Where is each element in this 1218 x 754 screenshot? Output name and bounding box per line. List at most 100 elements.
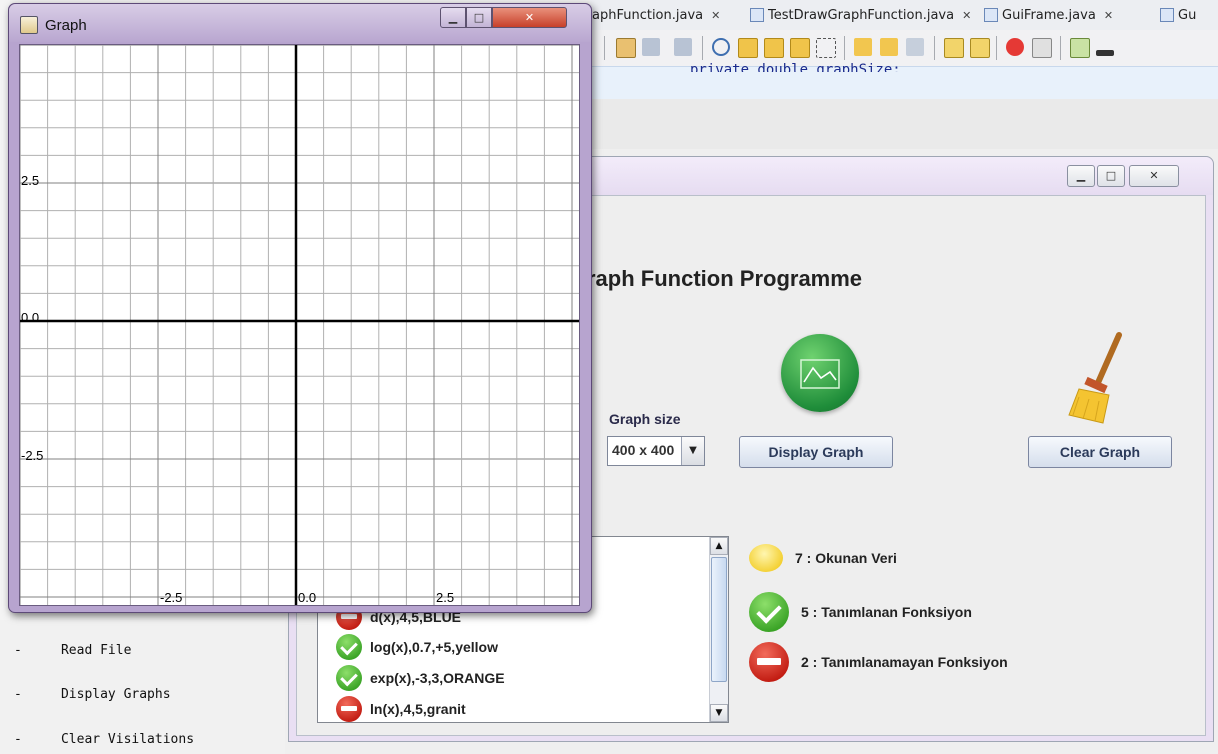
java-file-icon — [1160, 8, 1174, 22]
checkmark-icon — [336, 665, 362, 691]
close-button[interactable]: ✕ — [492, 7, 567, 28]
tab-label: TestDrawGraphFunction.java — [768, 7, 955, 23]
find-previous-icon[interactable] — [738, 38, 758, 58]
close-tab-icon[interactable]: ✕ — [1104, 9, 1113, 22]
find-next-icon[interactable] — [764, 38, 784, 58]
graph-size-select[interactable]: 400 x 400 ▼ — [607, 436, 705, 466]
toolbar-separator — [702, 36, 703, 60]
graph-canvas[interactable]: 2.5 0.0 -2.5 -2.5 0.0 2.5 — [19, 44, 580, 606]
find-icon[interactable] — [712, 38, 730, 56]
tab-gui-frame[interactable]: GuiFrame.java ✕ — [984, 4, 1113, 26]
previous-bookmark-icon[interactable] — [854, 38, 872, 56]
bullet: - — [14, 643, 22, 658]
toolbar-separator — [844, 36, 845, 60]
minimize-button[interactable]: ▁ — [1067, 165, 1095, 187]
program-title: raph Function Programme — [587, 266, 863, 291]
checkmark-icon — [336, 634, 362, 660]
last-edit-icon[interactable] — [642, 38, 660, 56]
graph-window-title: Graph — [45, 17, 87, 34]
maximize-button[interactable]: □ — [1097, 165, 1125, 187]
graph-plot: 2.5 0.0 -2.5 -2.5 0.0 2.5 — [20, 45, 579, 605]
scrollbar-thumb[interactable] — [711, 557, 727, 682]
graph-title-bar[interactable]: Graph ▁ □ ✕ — [9, 4, 591, 42]
toolbar-separator — [604, 36, 605, 60]
toggle-bookmark-icon[interactable] — [906, 38, 924, 56]
next-bookmark-icon[interactable] — [880, 38, 898, 56]
maximize-button[interactable]: □ — [466, 7, 492, 28]
window-controls: ▁ □ ✕ — [440, 7, 567, 28]
list-item[interactable]: ln(x),4,5,granit — [336, 695, 466, 722]
undefined-function-label: 2 : Tanımlanamayan Fonksiyon — [801, 654, 1008, 670]
defined-function-label: 5 : Tanımlanan Fonksiyon — [801, 604, 972, 620]
outline-item-label: Display Graphs — [60, 687, 171, 702]
forward-icon[interactable] — [674, 38, 692, 56]
editor-current-line — [590, 66, 1218, 100]
list-scrollbar[interactable]: ▲ ▼ — [709, 537, 728, 722]
code-line[interactable]: private double graphSize; — [690, 62, 901, 72]
graph-size-label: Graph size — [609, 411, 681, 427]
close-icon: ✕ — [1149, 169, 1159, 182]
shift-right-icon[interactable] — [970, 38, 990, 58]
outline-item-read-file[interactable]: - Read File — [14, 643, 131, 658]
outline-list: - Read File - Display Graphs - Clear Vis… — [0, 620, 285, 754]
close-tab-icon[interactable]: ✕ — [711, 9, 720, 22]
graph-chart-icon — [781, 334, 859, 412]
select-icon[interactable] — [816, 38, 836, 58]
editor-gutter-area — [590, 99, 1218, 149]
shift-left-icon[interactable] — [944, 38, 964, 58]
tab-draw-graph-function[interactable]: aphFunction.java ✕ — [592, 4, 720, 26]
outline-item-display-graphs[interactable]: - Display Graphs — [14, 687, 171, 702]
y-tick-label-negative: -2.5 — [21, 448, 43, 463]
outline-item-clear-visilations[interactable]: - Clear Visilations — [14, 732, 194, 747]
scroll-up-icon[interactable]: ▲ — [710, 537, 728, 555]
x-tick-label-positive: 2.5 — [436, 590, 454, 605]
java-file-icon — [750, 8, 764, 22]
defined-function-stat: 5 : Tanımlanan Fonksiyon — [749, 592, 972, 632]
display-graph-button[interactable]: Display Graph — [739, 436, 893, 468]
list-item[interactable]: log(x),0.7,+5,yellow — [336, 633, 498, 661]
tab-gui-overflow[interactable]: Gu — [1160, 4, 1196, 26]
minimize-button[interactable]: ▁ — [440, 7, 466, 28]
toolbar-separator — [996, 36, 997, 60]
tab-label: aphFunction.java — [592, 7, 704, 23]
outline-item-label: Clear Visilations — [60, 732, 195, 747]
list-item-label: ln(x),4,5,granit — [370, 701, 466, 717]
list-item-label: exp(x),-3,3,ORANGE — [370, 670, 505, 686]
graph-window: Graph ▁ □ ✕ 2.5 0.0 -2.5 -2.5 0.0 2.5 — [8, 3, 592, 613]
tab-label: GuiFrame.java — [1002, 7, 1096, 23]
uncomment-icon[interactable] — [1096, 50, 1114, 56]
back-icon[interactable] — [616, 38, 636, 58]
record-macro-icon[interactable] — [1006, 38, 1024, 56]
stop-macro-icon[interactable] — [1032, 38, 1052, 58]
speech-bubble-icon — [749, 544, 783, 572]
tab-label: Gu — [1178, 7, 1197, 23]
java-app-icon — [20, 16, 38, 34]
chevron-down-icon[interactable]: ▼ — [681, 437, 704, 465]
bullet: - — [14, 687, 22, 702]
broom-icon — [1067, 331, 1127, 426]
no-entry-icon — [749, 642, 789, 682]
editor-tab-bar: aphFunction.java ✕ TestDrawGraphFunction… — [590, 0, 1218, 31]
close-icon: ✕ — [524, 11, 535, 24]
maximize-icon: □ — [1105, 169, 1117, 182]
y-tick-label-zero: 0.0 — [21, 310, 39, 325]
read-data-label: 7 : Okunan Veri — [795, 550, 897, 566]
maximize-icon: □ — [473, 11, 485, 24]
toolbar-separator — [1060, 36, 1061, 60]
minimize-icon: ▁ — [448, 11, 458, 24]
chart-line-icon — [800, 359, 840, 389]
x-tick-label-negative: -2.5 — [160, 590, 182, 605]
undefined-function-stat: 2 : Tanımlanamayan Fonksiyon — [749, 642, 1008, 682]
close-button[interactable]: ✕ — [1129, 165, 1179, 187]
comment-icon[interactable] — [1070, 38, 1090, 58]
graph-size-value: 400 x 400 — [612, 442, 675, 458]
tab-test-draw-graph-function[interactable]: TestDrawGraphFunction.java ✕ — [750, 4, 971, 26]
scroll-down-icon[interactable]: ▼ — [710, 704, 728, 722]
java-file-icon — [984, 8, 998, 22]
list-item[interactable]: exp(x),-3,3,ORANGE — [336, 664, 505, 692]
x-tick-label-zero: 0.0 — [298, 590, 316, 605]
toggle-highlight-icon[interactable] — [790, 38, 810, 58]
bullet: - — [14, 732, 22, 747]
close-tab-icon[interactable]: ✕ — [962, 9, 971, 22]
clear-graph-button[interactable]: Clear Graph — [1028, 436, 1172, 468]
